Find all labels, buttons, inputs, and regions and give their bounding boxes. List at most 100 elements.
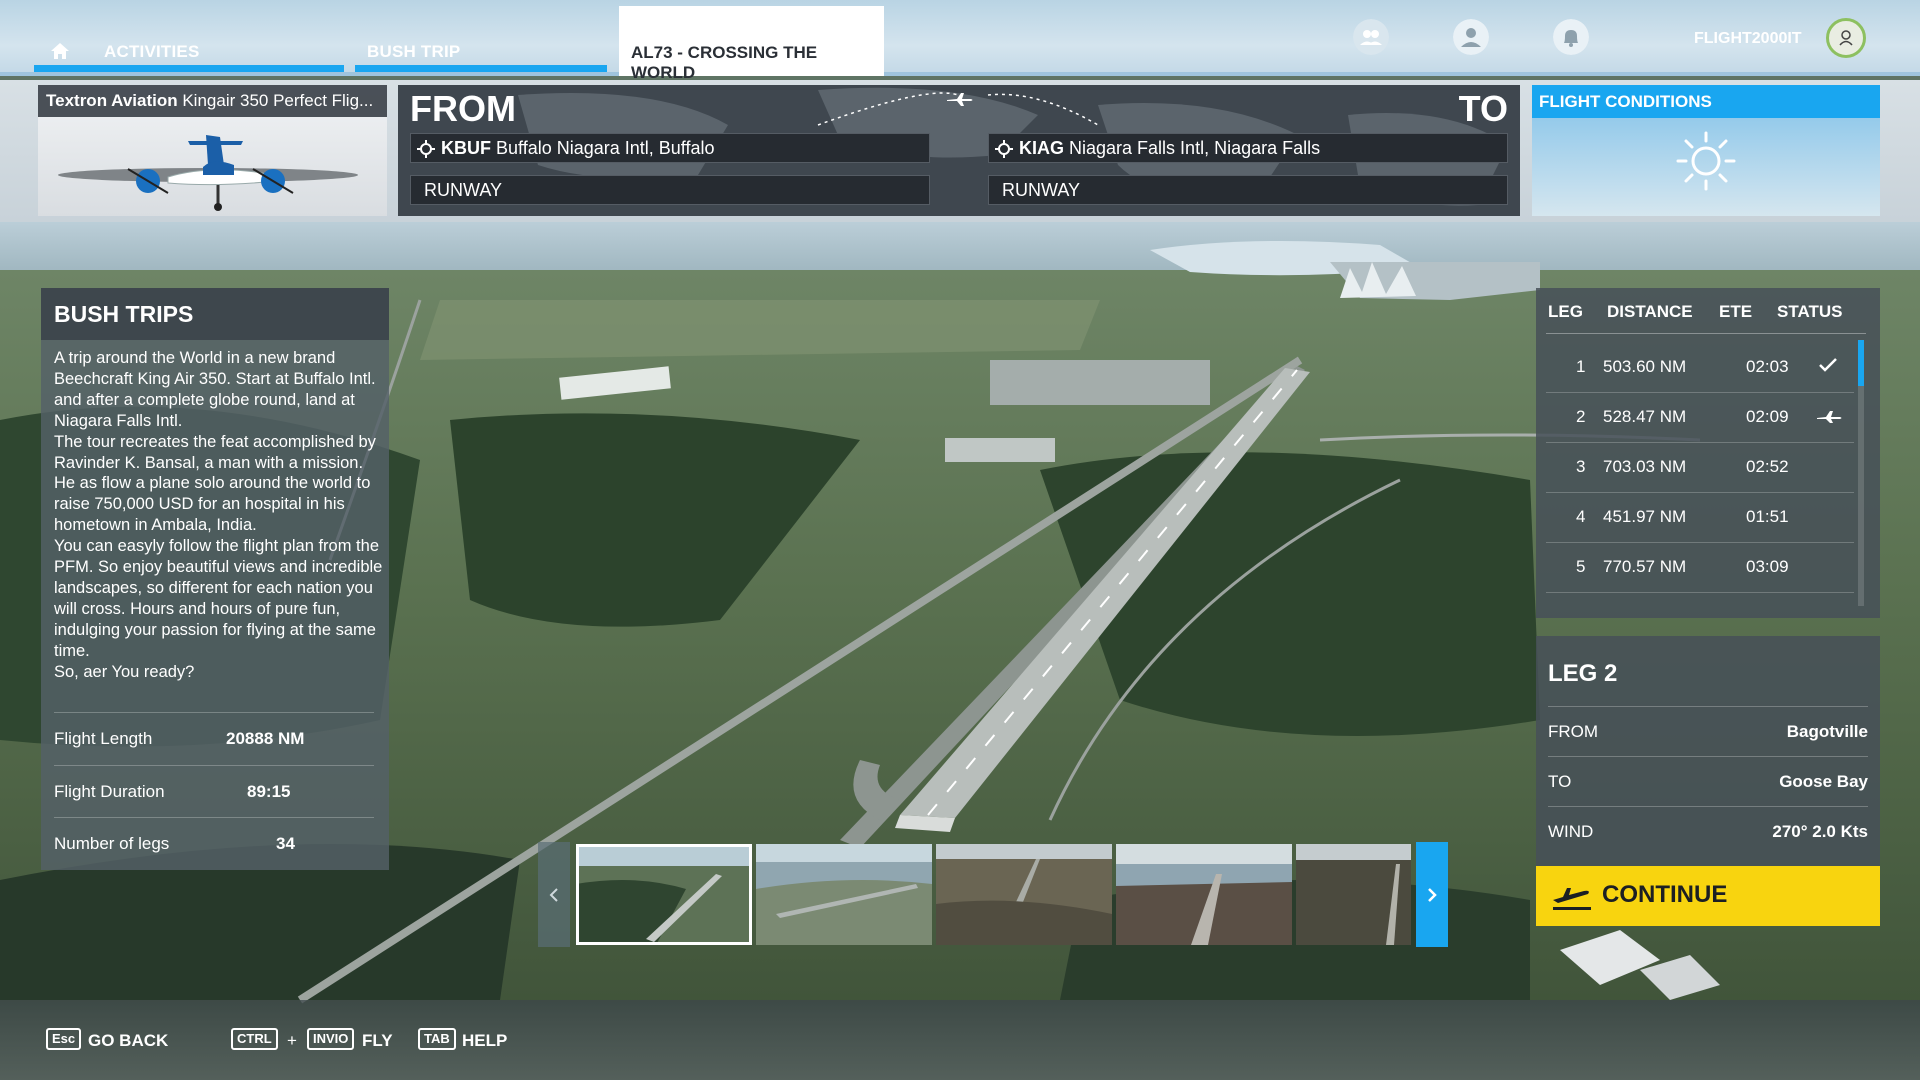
aircraft-image xyxy=(58,135,358,211)
flight-conditions-title: FLIGHT CONDITIONS xyxy=(1532,85,1880,118)
carousel-thumbnail-4[interactable] xyxy=(1116,844,1292,945)
airplane-route-icon xyxy=(947,93,973,106)
bottom-hint-bar: Esc GO BACK CTRL + INVIO FLY TAB HELP xyxy=(0,1000,1920,1080)
tab-current-trip-label: AL73 - CROSSING THE WORLD xyxy=(631,43,818,82)
username-label[interactable]: FLIGHT2000IT xyxy=(1694,30,1802,48)
leg-detail-from: FROM Bagotville xyxy=(1548,706,1868,757)
chevron-right-icon xyxy=(1428,888,1437,902)
leg-number: 3 xyxy=(1576,457,1586,476)
leg-ete: 03:09 xyxy=(1746,557,1789,576)
home-icon[interactable] xyxy=(50,42,70,60)
thumbnail-image xyxy=(936,844,1112,945)
leg-number: 1 xyxy=(1576,357,1586,376)
invio-key: INVIO xyxy=(307,1028,355,1050)
ctrl-key: CTRL xyxy=(231,1028,278,1050)
leg-distance: 528.47 NM xyxy=(1603,407,1687,426)
flight-conditions-panel[interactable]: FLIGHT CONDITIONS xyxy=(1532,85,1880,216)
detail-label: FROM xyxy=(1548,722,1599,741)
arrival-runway-field[interactable]: RUNWAY xyxy=(988,175,1508,205)
leg-ete: 02:03 xyxy=(1746,357,1789,376)
departure-runway-label: RUNWAY xyxy=(424,180,502,200)
aircraft-card[interactable]: Textron Aviation Kingair 350 Perfect Fli… xyxy=(38,85,387,216)
detail-value: 270° 2.0 Kts xyxy=(1772,822,1868,841)
arrival-code: KIAG xyxy=(1019,138,1064,158)
header-divider xyxy=(1546,333,1866,334)
stat-label: Flight Length xyxy=(54,729,153,748)
tab-activities-label: ACTIVITIES xyxy=(104,42,200,61)
tab-key: TAB xyxy=(418,1028,456,1050)
from-label: FROM xyxy=(410,88,516,129)
table-row[interactable]: 3 703.03 NM 02:52 xyxy=(1546,442,1854,493)
leg-number: 2 xyxy=(1576,407,1586,426)
airplane-icon xyxy=(1817,411,1842,423)
stat-flight-length: Flight Length 20888 NM xyxy=(54,712,374,765)
carousel-next-button[interactable] xyxy=(1416,842,1448,947)
thumbnail-image xyxy=(1296,844,1411,945)
leg-ete: 02:09 xyxy=(1746,407,1789,426)
leg-distance: 503.60 NM xyxy=(1603,357,1687,376)
chevron-left-icon xyxy=(549,888,558,902)
top-navigation-bar: ACTIVITIES BUSH TRIP AL73 - CROSSING THE… xyxy=(0,0,1920,82)
tab-current-trip[interactable]: AL73 - CROSSING THE WORLD xyxy=(619,6,884,82)
departure-code: KBUF xyxy=(441,138,491,158)
leg-distance: 770.57 NM xyxy=(1603,557,1687,576)
help-label: HELP xyxy=(462,1031,508,1050)
departure-name: Buffalo Niagara Intl, Buffalo xyxy=(496,138,715,158)
detail-label: TO xyxy=(1548,772,1572,791)
carousel-thumbnail-5[interactable] xyxy=(1296,844,1411,945)
nav-bottom-edge xyxy=(0,72,1920,76)
to-label: TO xyxy=(1458,88,1508,129)
column-header-distance: DISTANCE xyxy=(1607,302,1693,321)
carousel-previous-button[interactable] xyxy=(538,842,570,947)
tab-activities[interactable]: ACTIVITIES xyxy=(34,0,344,72)
stat-value: 89:15 xyxy=(247,782,291,801)
arrival-name: Niagara Falls Intl, Niagara Falls xyxy=(1069,138,1321,158)
table-row[interactable]: 5 770.57 NM 03:09 xyxy=(1546,542,1854,593)
carousel-thumbnail-2[interactable] xyxy=(756,844,932,945)
screenshot-carousel xyxy=(538,842,1448,947)
column-header-leg: LEG xyxy=(1548,302,1583,321)
stat-value: 34 xyxy=(276,834,295,853)
leg-detail-to: TO Goose Bay xyxy=(1548,756,1868,807)
departure-runway-field[interactable]: RUNWAY xyxy=(410,175,930,205)
leg-number: 5 xyxy=(1576,557,1586,576)
stat-flight-duration: Flight Duration 89:15 xyxy=(54,765,374,818)
departure-airport-field[interactable]: KBUF Buffalo Niagara Intl, Buffalo xyxy=(410,133,930,163)
user-avatar-icon[interactable] xyxy=(1826,18,1866,58)
tab-bush-trip-underline xyxy=(355,65,607,72)
plus-sign: + xyxy=(287,1031,297,1050)
stat-value: 20888 NM xyxy=(226,729,305,748)
detail-value: Goose Bay xyxy=(1779,772,1868,791)
notifications-icon[interactable] xyxy=(1553,19,1589,55)
carousel-thumbnail-1[interactable] xyxy=(576,844,752,945)
arrival-airport-field[interactable]: KIAG Niagara Falls Intl, Niagara Falls xyxy=(988,133,1508,163)
carousel-thumbnail-3[interactable] xyxy=(936,844,1112,945)
continue-button[interactable]: CONTINUE xyxy=(1536,866,1880,926)
leg-detail-panel: LEG 2 FROM Bagotville TO Goose Bay WIND … xyxy=(1536,636,1880,866)
thumbnail-image xyxy=(756,844,932,945)
table-row[interactable]: 1 503.60 NM 02:03 xyxy=(1546,342,1854,393)
table-row[interactable]: 4 451.97 NM 01:51 xyxy=(1546,492,1854,543)
table-row[interactable]: 2 528.47 NM 02:09 xyxy=(1546,392,1854,443)
legs-scrollbar-thumb[interactable] xyxy=(1858,340,1864,386)
legs-table: LEG DISTANCE ETE STATUS 1 503.60 NM 02:0… xyxy=(1536,288,1880,618)
tab-bush-trip[interactable]: BUSH TRIP xyxy=(355,0,607,72)
checkmark-icon xyxy=(1819,358,1837,372)
location-pin-icon xyxy=(995,140,1013,159)
tab-activities-underline xyxy=(34,65,344,72)
location-pin-icon xyxy=(417,140,435,159)
legs-scrollbar[interactable] xyxy=(1858,340,1864,606)
leg-detail-title: LEG 2 xyxy=(1548,660,1618,687)
aircraft-model: Kingair 350 Perfect Flig... xyxy=(182,91,374,110)
leg-ete: 02:52 xyxy=(1746,457,1789,476)
leg-detail-wind: WIND 270° 2.0 Kts xyxy=(1548,806,1868,857)
aircraft-title: Textron Aviation Kingair 350 Perfect Fli… xyxy=(38,85,387,117)
bush-trips-title: BUSH TRIPS xyxy=(41,288,389,340)
column-header-status: STATUS xyxy=(1777,302,1843,321)
aircraft-brand: Textron Aviation xyxy=(46,91,178,110)
profile-icon[interactable] xyxy=(1453,19,1489,55)
takeoff-icon xyxy=(1553,888,1591,910)
friends-icon[interactable] xyxy=(1353,19,1389,55)
continue-button-label: CONTINUE xyxy=(1602,881,1728,908)
bush-trip-description-panel: BUSH TRIPS A trip around the World in a … xyxy=(41,288,389,870)
